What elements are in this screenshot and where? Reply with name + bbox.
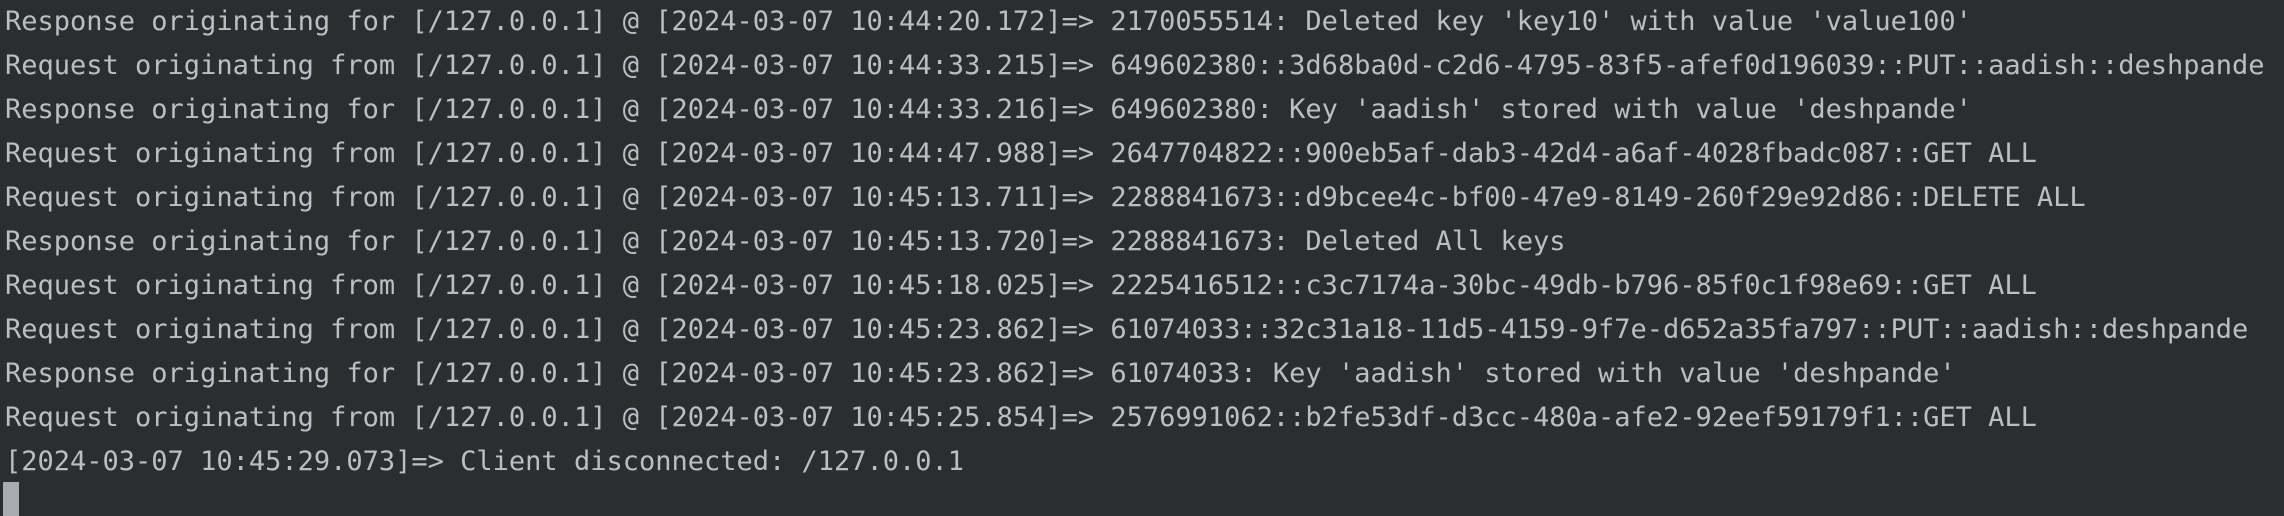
log-line: Request originating from [/127.0.0.1] @ …	[5, 402, 2037, 433]
log-line: [2024-03-07 10:45:29.073]=> Client disco…	[5, 446, 965, 477]
log-line: Request originating from [/127.0.0.1] @ …	[5, 314, 2249, 345]
log-line: Request originating from [/127.0.0.1] @ …	[5, 138, 2037, 169]
log-line: Request originating from [/127.0.0.1] @ …	[5, 182, 2086, 213]
log-line: Request originating from [/127.0.0.1] @ …	[5, 50, 2265, 81]
log-line: Response originating for [/127.0.0.1] @ …	[5, 94, 1972, 125]
log-line: Request originating from [/127.0.0.1] @ …	[5, 270, 2037, 301]
log-line: Response originating for [/127.0.0.1] @ …	[5, 6, 1972, 37]
input-cursor[interactable]	[3, 482, 19, 516]
console-output[interactable]: Response originating for [/127.0.0.1] @ …	[0, 0, 2284, 516]
log-line: Response originating for [/127.0.0.1] @ …	[5, 226, 1566, 257]
log-line: Response originating for [/127.0.0.1] @ …	[5, 358, 1956, 389]
